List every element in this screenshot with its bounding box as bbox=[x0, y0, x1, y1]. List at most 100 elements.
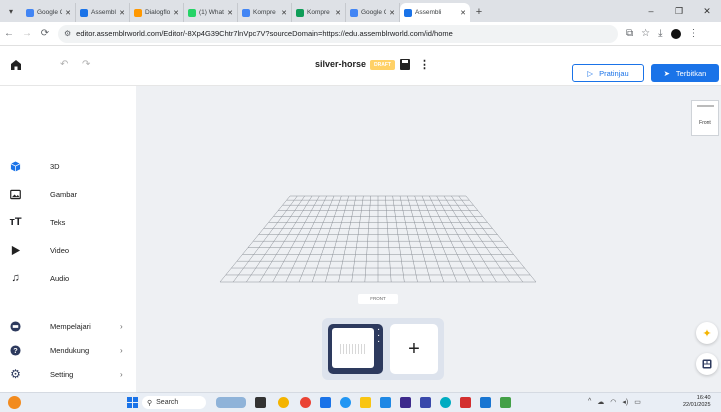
play-outline-icon: ▷ bbox=[587, 68, 594, 78]
app-icon[interactable] bbox=[500, 397, 511, 408]
sidebar-item-label: Gambar bbox=[50, 189, 78, 199]
sidebar-item-3d[interactable]: 3D bbox=[0, 156, 136, 176]
minimize-button[interactable]: – bbox=[637, 0, 665, 22]
sidebar-item-label: Teks bbox=[50, 217, 66, 227]
sidebar-item-gambar[interactable]: Gambar bbox=[0, 184, 136, 204]
sidebar-item-video[interactable]: Video bbox=[0, 240, 136, 260]
tab-title: Google Ge bbox=[37, 9, 62, 16]
maximize-button[interactable]: ❐ bbox=[665, 0, 693, 22]
music-icon: ♫ bbox=[11, 272, 20, 284]
more-options-icon[interactable]: ⋮ bbox=[419, 58, 430, 71]
scene-thumbnail[interactable]: · · · bbox=[328, 324, 383, 374]
window-controls: – ❐ ✕ bbox=[637, 0, 721, 22]
browser-tab[interactable]: Kompre C✕ bbox=[238, 3, 292, 22]
taskbar-widget-icon[interactable] bbox=[216, 397, 246, 408]
clock[interactable]: 16:40 22/01/2025 bbox=[683, 395, 711, 409]
site-info-icon[interactable]: ⚙ bbox=[64, 29, 71, 38]
tab-close-icon[interactable]: ✕ bbox=[227, 9, 233, 17]
scene-canvas[interactable]: Front FRONT · · · + ✦ bbox=[136, 86, 721, 392]
app-icon[interactable] bbox=[420, 397, 431, 408]
preview-button[interactable]: ▷ Pratinjau bbox=[572, 64, 644, 82]
tab-favicon-icon bbox=[80, 8, 88, 17]
grid-line bbox=[364, 195, 371, 283]
home-icon[interactable] bbox=[10, 59, 22, 71]
browser-tab[interactable]: Google Ge✕ bbox=[22, 3, 76, 22]
front-camera-label[interactable]: FRONT bbox=[358, 294, 398, 304]
profile-avatar[interactable] bbox=[670, 28, 681, 39]
bookmark-star-icon[interactable]: ☆ bbox=[641, 28, 650, 39]
browser-tab[interactable]: Assembli ✕ bbox=[400, 3, 470, 22]
chrome-icon[interactable] bbox=[300, 397, 311, 408]
url-field[interactable]: ⚙ editor.assemblrworld.com/Editor/-8Xp4G… bbox=[58, 24, 618, 43]
left-sidebar: 3D Gambar тT Teks Video ♫ Audio Mempelaj… bbox=[0, 86, 136, 392]
task-view-icon[interactable] bbox=[255, 397, 266, 408]
cloud-icon[interactable]: ☁ bbox=[597, 398, 604, 406]
volume-icon[interactable]: ◂) bbox=[622, 398, 628, 406]
reload-button[interactable]: ⟳ bbox=[36, 28, 54, 39]
add-scene-button[interactable]: + bbox=[390, 324, 438, 374]
download-icon[interactable]: ⤓ bbox=[658, 28, 662, 39]
app-icon[interactable] bbox=[278, 397, 289, 408]
taskbar-search[interactable]: ⚲ Search bbox=[142, 396, 206, 409]
tab-title: Kompre C bbox=[307, 9, 332, 16]
tab-close-icon[interactable]: ✕ bbox=[389, 9, 395, 17]
browser-tab[interactable]: (1) Whats✕ bbox=[184, 3, 238, 22]
browser-menu-icon[interactable]: ⋮ bbox=[689, 28, 699, 39]
browser-tab[interactable]: Assembli ✕ bbox=[76, 3, 130, 22]
sidebar-item-mempelajari[interactable]: Mempelajari › bbox=[0, 316, 136, 336]
app-icon[interactable] bbox=[440, 397, 451, 408]
system-tray: ^ ☁ ◠ ◂) ▭ bbox=[588, 398, 641, 406]
tab-close-icon[interactable]: ✕ bbox=[335, 9, 341, 17]
wifi-icon[interactable]: ◠ bbox=[610, 398, 616, 406]
tab-close-icon[interactable]: ✕ bbox=[281, 9, 287, 17]
sidebar-item-label: Audio bbox=[50, 273, 70, 283]
tab-close-icon[interactable]: ✕ bbox=[119, 9, 125, 17]
browser-tab[interactable]: Kompre C✕ bbox=[292, 3, 346, 22]
edge-icon[interactable] bbox=[340, 397, 351, 408]
os-taskbar: ⚲ Search ^ ☁ ◠ ◂) ▭ 16:40 22/01/2025 bbox=[0, 392, 721, 412]
back-button[interactable]: ← bbox=[0, 28, 18, 39]
app-icon[interactable] bbox=[380, 397, 391, 408]
tab-close-icon[interactable]: ✕ bbox=[65, 9, 71, 17]
sidebar-item-mendukung[interactable]: ? Mendukung › bbox=[0, 340, 136, 360]
tab-list: Google Ge✕Assembli✕Dialogflow✕(1) Whats✕… bbox=[22, 3, 470, 22]
animate-icon[interactable] bbox=[400, 397, 411, 408]
wps-icon[interactable] bbox=[460, 397, 471, 408]
sidebar-item-setting[interactable]: ⚙ Setting › bbox=[0, 364, 136, 384]
chevron-up-icon[interactable]: ^ bbox=[588, 398, 591, 406]
project-title[interactable]: silver-horse bbox=[315, 59, 366, 69]
tab-favicon-icon bbox=[188, 8, 196, 17]
undo-icon[interactable]: ↶ bbox=[60, 59, 68, 70]
sidebar-item-audio[interactable]: ♫ Audio bbox=[0, 268, 136, 288]
browser-tab-strip: ▾ Google Ge✕Assembli✕Dialogflow✕(1) What… bbox=[0, 0, 721, 22]
scene-menu-icon[interactable]: · · · bbox=[378, 327, 380, 346]
start-button[interactable] bbox=[127, 397, 138, 408]
publish-button[interactable]: ➤ Terbitkan bbox=[651, 64, 719, 82]
tab-search-button[interactable]: ▾ bbox=[0, 0, 22, 22]
browser-tab[interactable]: Dialogflow✕ bbox=[130, 3, 184, 22]
close-window-button[interactable]: ✕ bbox=[693, 0, 721, 22]
view-cube-thumbnail[interactable]: Front bbox=[691, 100, 719, 136]
save-icon[interactable] bbox=[400, 59, 410, 70]
weather-icon[interactable] bbox=[8, 396, 21, 409]
forward-button[interactable]: → bbox=[18, 28, 36, 39]
app-icon[interactable] bbox=[480, 397, 491, 408]
grid-line bbox=[458, 195, 524, 283]
cast-icon[interactable]: ⧉ bbox=[626, 28, 633, 39]
battery-icon[interactable]: ▭ bbox=[634, 398, 641, 406]
tab-close-icon[interactable]: ✕ bbox=[460, 9, 466, 17]
browser-tab[interactable]: Google Ge✕ bbox=[346, 3, 400, 22]
app-icon[interactable] bbox=[320, 397, 331, 408]
new-tab-button[interactable]: + bbox=[470, 3, 488, 22]
clock-date: 22/01/2025 bbox=[683, 402, 711, 408]
layout-grid-icon[interactable] bbox=[696, 353, 718, 375]
file-explorer-icon[interactable] bbox=[360, 397, 371, 408]
send-icon: ➤ bbox=[663, 68, 670, 78]
redo-icon[interactable]: ↷ bbox=[82, 59, 90, 70]
tab-close-icon[interactable]: ✕ bbox=[173, 9, 179, 17]
preview-label: Pratinjau bbox=[599, 68, 629, 78]
sidebar-item-teks[interactable]: тT Teks bbox=[0, 212, 136, 232]
tab-favicon-icon bbox=[242, 8, 250, 17]
publish-label: Terbitkan bbox=[675, 68, 707, 78]
magic-wand-icon[interactable]: ✦ bbox=[696, 322, 718, 344]
